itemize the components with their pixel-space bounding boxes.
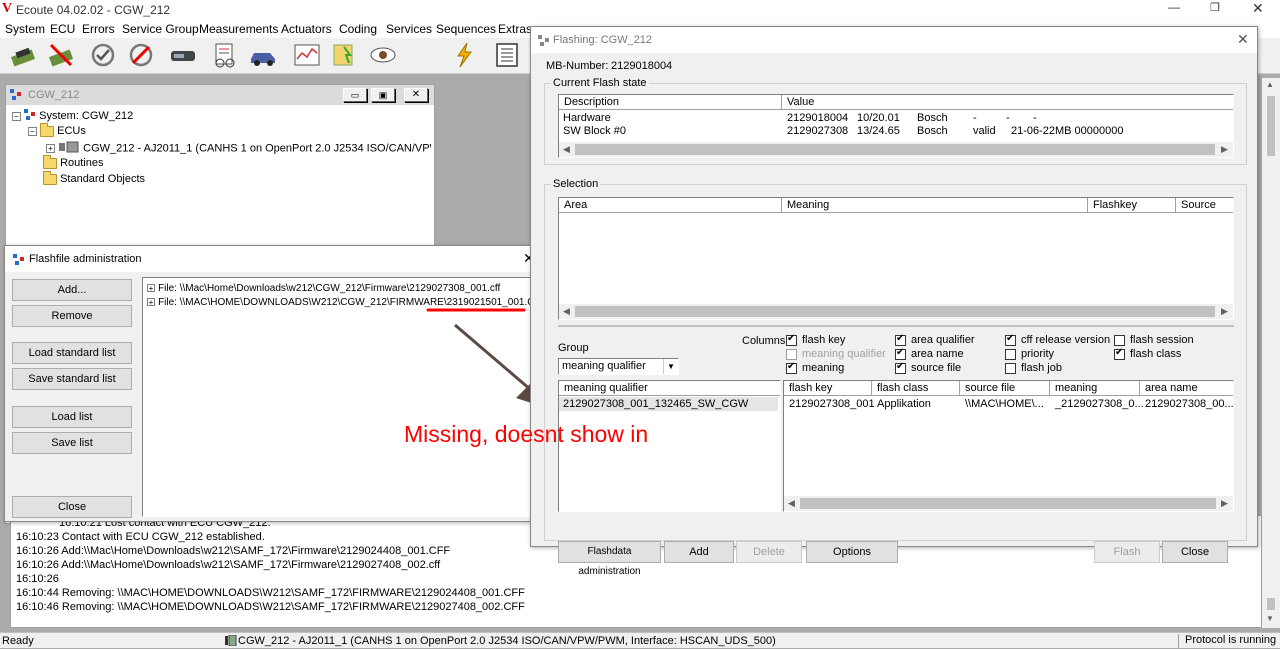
selection-hscroll[interactable]: ◀ ▶ <box>559 304 1233 319</box>
flash-items-hscroll[interactable]: ◀ ▶ <box>784 496 1233 511</box>
flashing-dialog: Flashing: CGW_212 ✕ MB-Number: 212901800… <box>530 26 1258 577</box>
col-value[interactable]: Value <box>782 95 1233 110</box>
col-meaning[interactable]: meaning <box>1050 381 1140 396</box>
flashing-title: Flashing: CGW_212 <box>553 34 653 46</box>
checkbox-area-name[interactable]: area name <box>895 347 964 360</box>
flashing-close-icon[interactable]: ✕ <box>1237 31 1249 48</box>
mb-number-value: 2129018004 <box>611 60 673 72</box>
group-label: Group <box>558 342 589 354</box>
col-flashkey[interactable]: Flashkey <box>1088 198 1176 213</box>
current-flash-state-group: Current Flash state Description Value Ha… <box>544 77 1247 165</box>
col-area-name[interactable]: area name <box>1140 381 1233 396</box>
col-source-file[interactable]: source file <box>960 381 1050 396</box>
scroll-right-icon[interactable]: ▶ <box>1217 142 1232 157</box>
selection-table[interactable]: Area Meaning Flashkey Source ◀ ▶ <box>558 197 1234 320</box>
flashdata-administration-button[interactable]: Flashdata administration <box>558 541 661 577</box>
state-row-sw-block[interactable]: SW Block #0 2129027308 13/24.65 Bosch va… <box>563 125 1223 138</box>
col-source[interactable]: Source <box>1176 198 1233 213</box>
checkbox-source-file[interactable]: source file <box>895 361 961 374</box>
meaning-qualifier-item[interactable]: 2129027308_001_132465_SW_CGW <box>559 397 778 411</box>
scroll-left-icon[interactable]: ◀ <box>784 496 799 511</box>
group-select[interactable]: meaning qualifier ▼ <box>558 358 679 375</box>
scroll-thumb[interactable] <box>575 306 1215 317</box>
selection-divider[interactable] <box>558 325 1234 327</box>
annotation-arrow-shaft <box>454 323 539 398</box>
annotation-text: Missing, doesnt show in <box>404 421 649 447</box>
chevron-down-icon[interactable]: ▼ <box>663 359 678 374</box>
checkbox-flash-class[interactable]: flash class <box>1114 347 1181 360</box>
col-meaning-qualifier[interactable]: meaning qualifier <box>559 381 780 396</box>
flash-button[interactable]: Flash <box>1094 541 1160 563</box>
columns-label: Columns: <box>742 335 789 347</box>
current-flash-state-label: Current Flash state <box>551 77 649 89</box>
scroll-right-icon[interactable]: ▶ <box>1217 496 1232 511</box>
checkbox-priority[interactable]: priority <box>1005 348 1054 360</box>
status-ready: Ready <box>2 635 34 647</box>
scroll-left-icon[interactable]: ◀ <box>559 304 574 319</box>
scroll-left-icon[interactable]: ◀ <box>559 142 574 157</box>
flashing-add-button[interactable]: Add <box>664 541 734 563</box>
flashing-app-icon <box>538 35 550 49</box>
checkbox-meaning-qualifier: meaning qualifier <box>786 348 886 360</box>
col-flash-class[interactable]: flash class <box>872 381 960 396</box>
connection-icon <box>225 634 237 649</box>
flash-state-table[interactable]: Description Value Hardware 2129018004 10… <box>558 94 1234 158</box>
selection-group: Selection Area Meaning Flashkey Source ◀… <box>544 178 1247 577</box>
state-row-hardware[interactable]: Hardware 2129018004 10/20.01 Bosch - - - <box>563 112 1223 125</box>
state-hscroll[interactable]: ◀ ▶ <box>559 142 1233 157</box>
checkbox-area-qualifier[interactable]: area qualifier <box>895 333 975 346</box>
scroll-right-icon[interactable]: ▶ <box>1217 304 1232 319</box>
checkbox-flash-job[interactable]: flash job <box>1005 362 1062 374</box>
mb-number-label: MB-Number: <box>546 60 609 72</box>
col-area[interactable]: Area <box>559 198 782 213</box>
col-description[interactable]: Description <box>559 95 782 110</box>
checkbox-cff-release-version[interactable]: cff release version <box>1005 333 1110 346</box>
scroll-thumb[interactable] <box>575 144 1215 155</box>
flashing-close-button[interactable]: Close <box>1162 541 1228 563</box>
checkbox-flash-key[interactable]: flash key <box>786 333 845 346</box>
checkbox-meaning[interactable]: meaning <box>786 361 844 374</box>
status-connection: CGW_212 - AJ2011_1 (CANHS 1 on OpenPort … <box>238 635 776 647</box>
flashing-options-button[interactable]: Options <box>806 541 898 563</box>
status-bar: Ready CGW_212 - AJ2011_1 (CANHS 1 on Ope… <box>0 632 1280 648</box>
group-select-value: meaning qualifier <box>562 360 646 372</box>
status-protocol: Protocol is running <box>1178 634 1280 648</box>
flash-items-table[interactable]: flash key flash class source file meanin… <box>783 380 1234 512</box>
scroll-thumb[interactable] <box>800 498 1216 509</box>
col-flash-key[interactable]: flash key <box>784 381 872 396</box>
flashing-titlebar: Flashing: CGW_212 ✕ <box>531 27 1257 53</box>
selection-label: Selection <box>551 178 601 190</box>
flashing-delete-button[interactable]: Delete <box>736 541 802 563</box>
checkbox-flash-session[interactable]: flash session <box>1114 334 1194 346</box>
col-meaning[interactable]: Meaning <box>782 198 1088 213</box>
flash-item-row[interactable]: 2129027308_001 Applikation \\MAC\HOME\..… <box>784 398 1234 412</box>
